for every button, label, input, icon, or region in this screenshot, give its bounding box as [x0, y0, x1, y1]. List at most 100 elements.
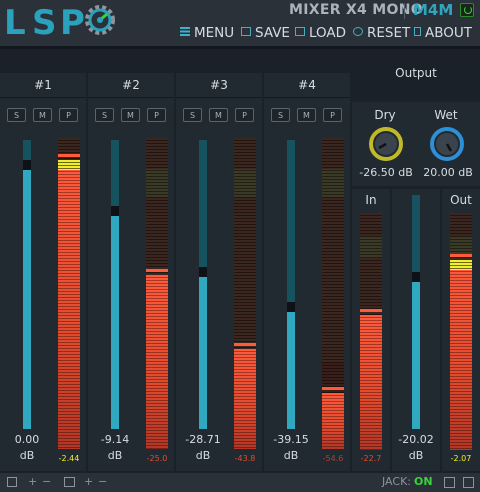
output-gain-unit: dB	[408, 449, 424, 462]
mute-button-3[interactable]: M	[209, 108, 228, 122]
peak-value-4: -54.6	[322, 454, 344, 463]
gear-icon	[85, 5, 115, 35]
meter-peak-marker	[234, 343, 256, 346]
channel-4-header: #4	[264, 73, 350, 98]
dry-knob[interactable]	[368, 126, 404, 162]
wet-label: Wet	[434, 108, 458, 122]
save-button[interactable]: SAVE	[241, 25, 290, 41]
phase-button-2[interactable]: P	[147, 108, 166, 122]
channel-2-header: #2	[88, 73, 174, 98]
reset-label: RESET	[367, 25, 411, 41]
fader-handle[interactable]	[199, 267, 207, 277]
output-level-meter	[450, 213, 472, 450]
load-icon	[295, 27, 305, 36]
save-label: SAVE	[255, 25, 290, 41]
output-title: Output	[395, 66, 437, 80]
mute-button-4[interactable]: M	[297, 108, 316, 122]
phase-button-3[interactable]: P	[235, 108, 254, 122]
gain-unit-4: dB	[283, 449, 299, 462]
meter-peak-marker	[360, 309, 382, 312]
gain-unit-3: dB	[195, 449, 211, 462]
help-icon[interactable]	[444, 477, 455, 488]
reset-button[interactable]: RESET	[353, 25, 410, 41]
zoom-out-button-2[interactable]: −	[98, 475, 107, 488]
phase-button-1[interactable]: P	[59, 108, 78, 122]
about-button[interactable]: ABOUT	[414, 25, 472, 41]
output-gain-value: -20.02	[398, 433, 434, 446]
channel-3-label: #3	[210, 78, 228, 92]
menu-button[interactable]: MENU	[180, 25, 234, 41]
window-icon[interactable]	[7, 477, 17, 487]
zoom-in-button-2[interactable]: +	[84, 475, 93, 488]
dry-label: Dry	[374, 108, 396, 122]
fader-fill	[23, 170, 31, 429]
resize-icon[interactable]	[463, 477, 474, 488]
header-divider	[0, 46, 480, 49]
wet-value: 20.00 dB	[423, 166, 473, 179]
channel-2-label: #2	[122, 78, 140, 92]
meter-peak-hold	[58, 160, 80, 170]
level-meter-3	[234, 138, 256, 449]
plugin-variant: M4M	[413, 1, 454, 19]
solo-button-2[interactable]: S	[95, 108, 114, 122]
about-icon	[414, 27, 421, 36]
dry-value: -26.50 dB	[359, 166, 413, 179]
jack-status: ON	[414, 475, 433, 488]
menu-icon	[180, 27, 190, 36]
output-gain-fader[interactable]	[412, 195, 420, 429]
gain-fader-1[interactable]	[23, 140, 31, 429]
phase-button-4[interactable]: P	[323, 108, 342, 122]
gain-fader-4[interactable]	[287, 140, 295, 429]
zoom-out-button-1[interactable]: −	[42, 475, 51, 488]
meter-peak-marker	[146, 269, 168, 272]
mute-button-2[interactable]: M	[121, 108, 140, 122]
level-meter-1	[58, 138, 80, 449]
gain-fader-2[interactable]	[111, 140, 119, 429]
dry-wet-panel: Dry Wet -26.50 dB 20.00 dB	[352, 102, 480, 186]
lsp-logo: L S P	[2, 0, 120, 46]
peak-value-2: -25.0	[146, 454, 168, 463]
fader-handle[interactable]	[412, 272, 420, 282]
fader-fill	[287, 312, 295, 429]
solo-button-1[interactable]: S	[7, 108, 26, 122]
gain-fader-3[interactable]	[199, 140, 207, 429]
logo-letter-p: P	[60, 3, 85, 43]
plugin-title: MIXER X4 MONO	[289, 2, 423, 18]
load-button[interactable]: LOAD	[295, 25, 346, 41]
gain-value-4: -39.15	[273, 433, 309, 446]
fader-handle[interactable]	[287, 302, 295, 312]
logo-letter-s: S	[32, 3, 56, 43]
save-icon	[241, 27, 251, 36]
text-size-icon[interactable]	[64, 477, 75, 487]
gain-value-1: 0.00	[14, 433, 40, 446]
power-button[interactable]	[460, 3, 474, 17]
meter-peak-marker	[322, 387, 344, 390]
out-label: Out	[450, 193, 472, 207]
meter-peak-hold	[450, 260, 472, 270]
zoom-in-button-1[interactable]: +	[28, 475, 37, 488]
in-label: In	[365, 193, 377, 207]
mute-button-1[interactable]: M	[33, 108, 52, 122]
jack-label: JACK:	[382, 475, 411, 488]
wet-knob[interactable]	[429, 126, 465, 162]
meter-level-bar	[146, 275, 168, 449]
load-label: LOAD	[309, 25, 347, 41]
fader-handle[interactable]	[23, 160, 31, 170]
channel-1-label: #1	[34, 78, 52, 92]
meter-peak-marker	[450, 254, 472, 257]
gain-value-2: -9.14	[100, 433, 130, 446]
meter-peak-marker	[58, 154, 80, 157]
input-peak-value: -22.7	[360, 454, 382, 463]
channel-1-header: #1	[0, 73, 86, 98]
logo-letter-l: L	[4, 3, 26, 43]
solo-button-3[interactable]: S	[183, 108, 202, 122]
meter-level-bar	[58, 160, 80, 449]
meter-level-bar	[234, 349, 256, 449]
meter-level-bar	[360, 315, 382, 450]
fader-handle[interactable]	[111, 206, 119, 216]
gain-value-3: -28.71	[185, 433, 221, 446]
fader-fill	[199, 277, 207, 429]
menu-label: MENU	[194, 25, 235, 41]
solo-button-4[interactable]: S	[271, 108, 290, 122]
peak-value-1: -2.44	[58, 454, 80, 463]
